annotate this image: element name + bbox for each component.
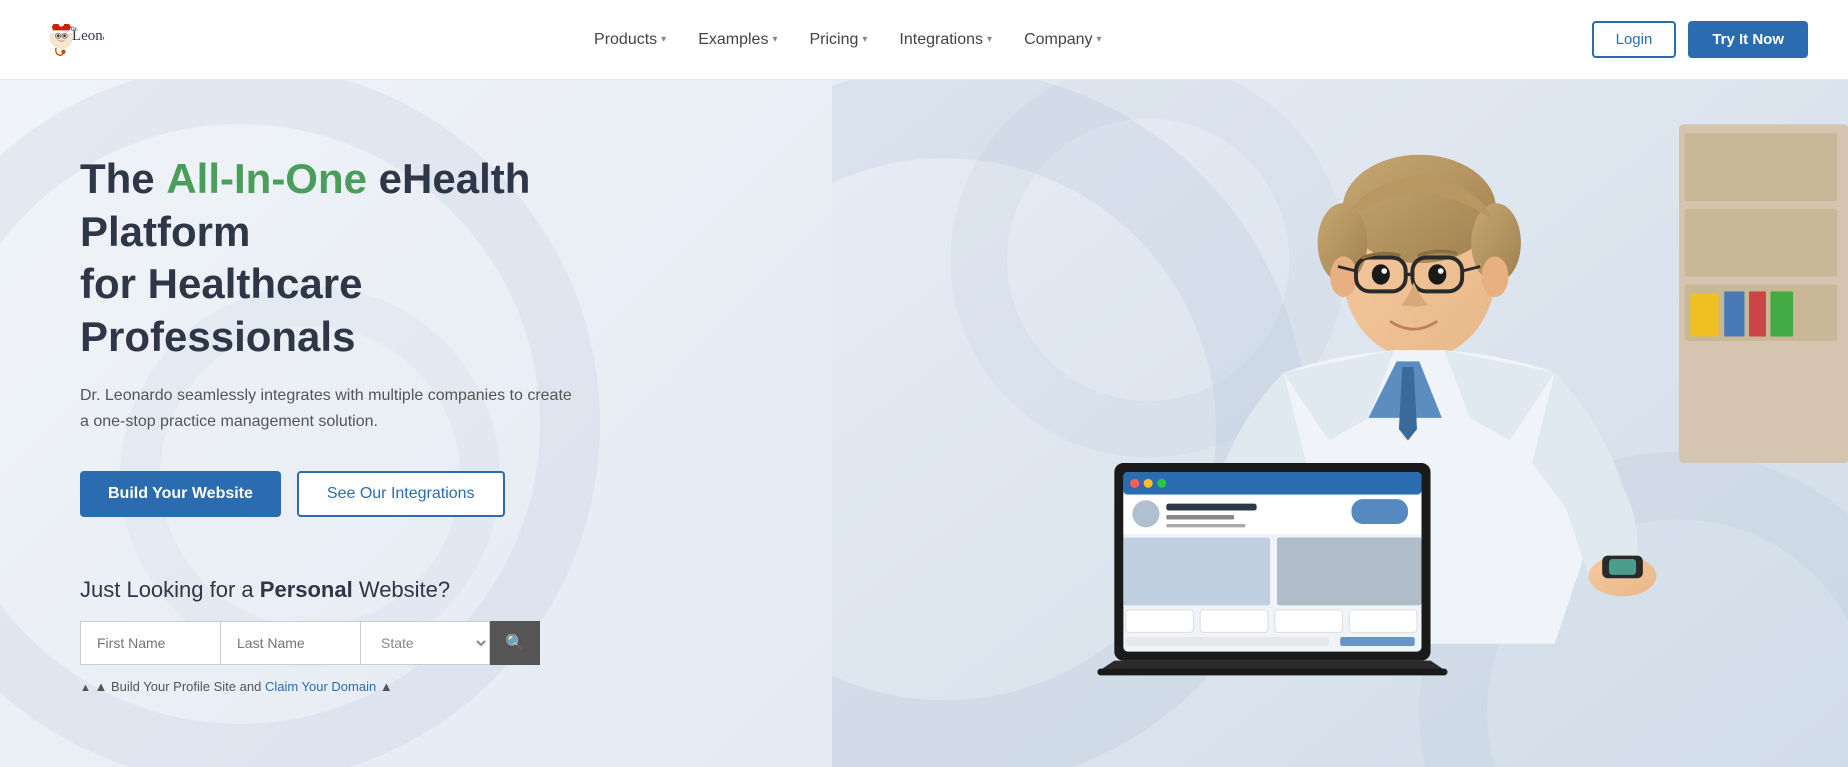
nav-item-integrations[interactable]: Integrations ▾ bbox=[899, 31, 992, 49]
arrow-icon: ▲ bbox=[80, 682, 91, 694]
nav-item-products[interactable]: Products ▾ bbox=[594, 31, 666, 49]
last-name-input[interactable] bbox=[220, 621, 360, 665]
search-icon: 🔍 bbox=[505, 633, 525, 653]
hero-content: The All-In-One eHealth Platformfor Healt… bbox=[0, 93, 700, 753]
search-button[interactable]: 🔍 bbox=[490, 621, 540, 665]
nav-actions: Login Try It Now bbox=[1592, 21, 1808, 58]
logo-icon: Leonardo Dr. bbox=[40, 8, 104, 72]
navigation: Leonardo Dr. Products ▾ Examples ▾ Prici… bbox=[0, 0, 1848, 80]
nav-links: Products ▾ Examples ▾ Pricing ▾ Integrat… bbox=[594, 31, 1102, 49]
personal-title: Just Looking for a Personal Website? bbox=[80, 577, 620, 603]
first-name-input[interactable] bbox=[80, 621, 220, 665]
nav-item-pricing[interactable]: Pricing ▾ bbox=[809, 31, 867, 49]
logo[interactable]: Leonardo Dr. bbox=[40, 8, 104, 72]
chevron-icon: ▾ bbox=[1097, 34, 1102, 45]
see-integrations-button[interactable]: See Our Integrations bbox=[297, 471, 505, 517]
search-form: State Alabama Alaska Arizona California … bbox=[80, 621, 620, 665]
login-button[interactable]: Login bbox=[1592, 21, 1677, 58]
hero-subtitle: Dr. Leonardo seamlessly integrates with … bbox=[80, 383, 580, 434]
doctor-illustration bbox=[832, 80, 1848, 767]
hero-title: The All-In-One eHealth Platformfor Healt… bbox=[80, 153, 620, 363]
build-website-button[interactable]: Build Your Website bbox=[80, 471, 281, 517]
nav-item-examples[interactable]: Examples ▾ bbox=[698, 31, 777, 49]
chevron-icon: ▾ bbox=[987, 34, 992, 45]
claim-domain-text: ▲ ▲ Build Your Profile Site and Claim Yo… bbox=[80, 679, 620, 694]
svg-text:Dr.: Dr. bbox=[71, 26, 79, 32]
state-select[interactable]: State Alabama Alaska Arizona California … bbox=[360, 621, 490, 665]
personal-section: Just Looking for a Personal Website? Sta… bbox=[80, 577, 620, 694]
hero-image bbox=[832, 80, 1848, 767]
try-button[interactable]: Try It Now bbox=[1688, 21, 1808, 58]
nav-item-company[interactable]: Company ▾ bbox=[1024, 31, 1102, 49]
chevron-icon: ▾ bbox=[772, 34, 777, 45]
hero-buttons: Build Your Website See Our Integrations bbox=[80, 471, 620, 517]
chevron-icon: ▾ bbox=[862, 34, 867, 45]
claim-domain-link[interactable]: Claim Your Domain bbox=[265, 679, 376, 694]
hero-section: The All-In-One eHealth Platformfor Healt… bbox=[0, 80, 1848, 767]
chevron-icon: ▾ bbox=[661, 34, 666, 45]
